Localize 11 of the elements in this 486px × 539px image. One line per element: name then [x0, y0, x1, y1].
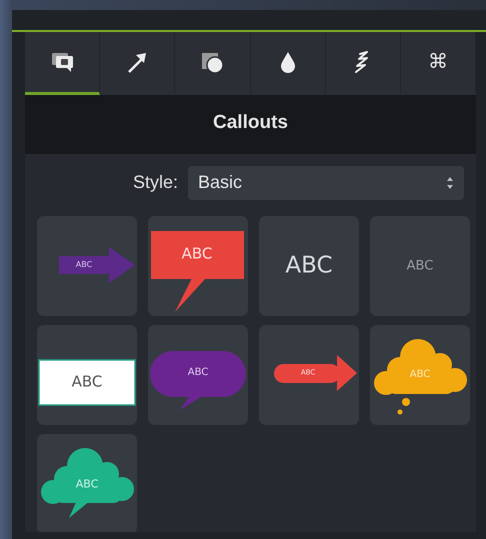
- callout-tile[interactable]: ABC: [370, 216, 470, 316]
- callout-tile[interactable]: ABC: [37, 324, 137, 424]
- callout-icon: [50, 50, 74, 74]
- stepper-icon: [446, 176, 454, 190]
- style-select[interactable]: Basic: [188, 166, 464, 200]
- panel-title: Callouts: [25, 95, 476, 154]
- callout-tile[interactable]: ABC: [37, 216, 137, 316]
- callout-tile[interactable]: ABC: [148, 324, 248, 424]
- shapes-icon: [200, 50, 224, 74]
- style-label: Style:: [132, 171, 178, 194]
- callout-tile[interactable]: ABC: [259, 216, 359, 316]
